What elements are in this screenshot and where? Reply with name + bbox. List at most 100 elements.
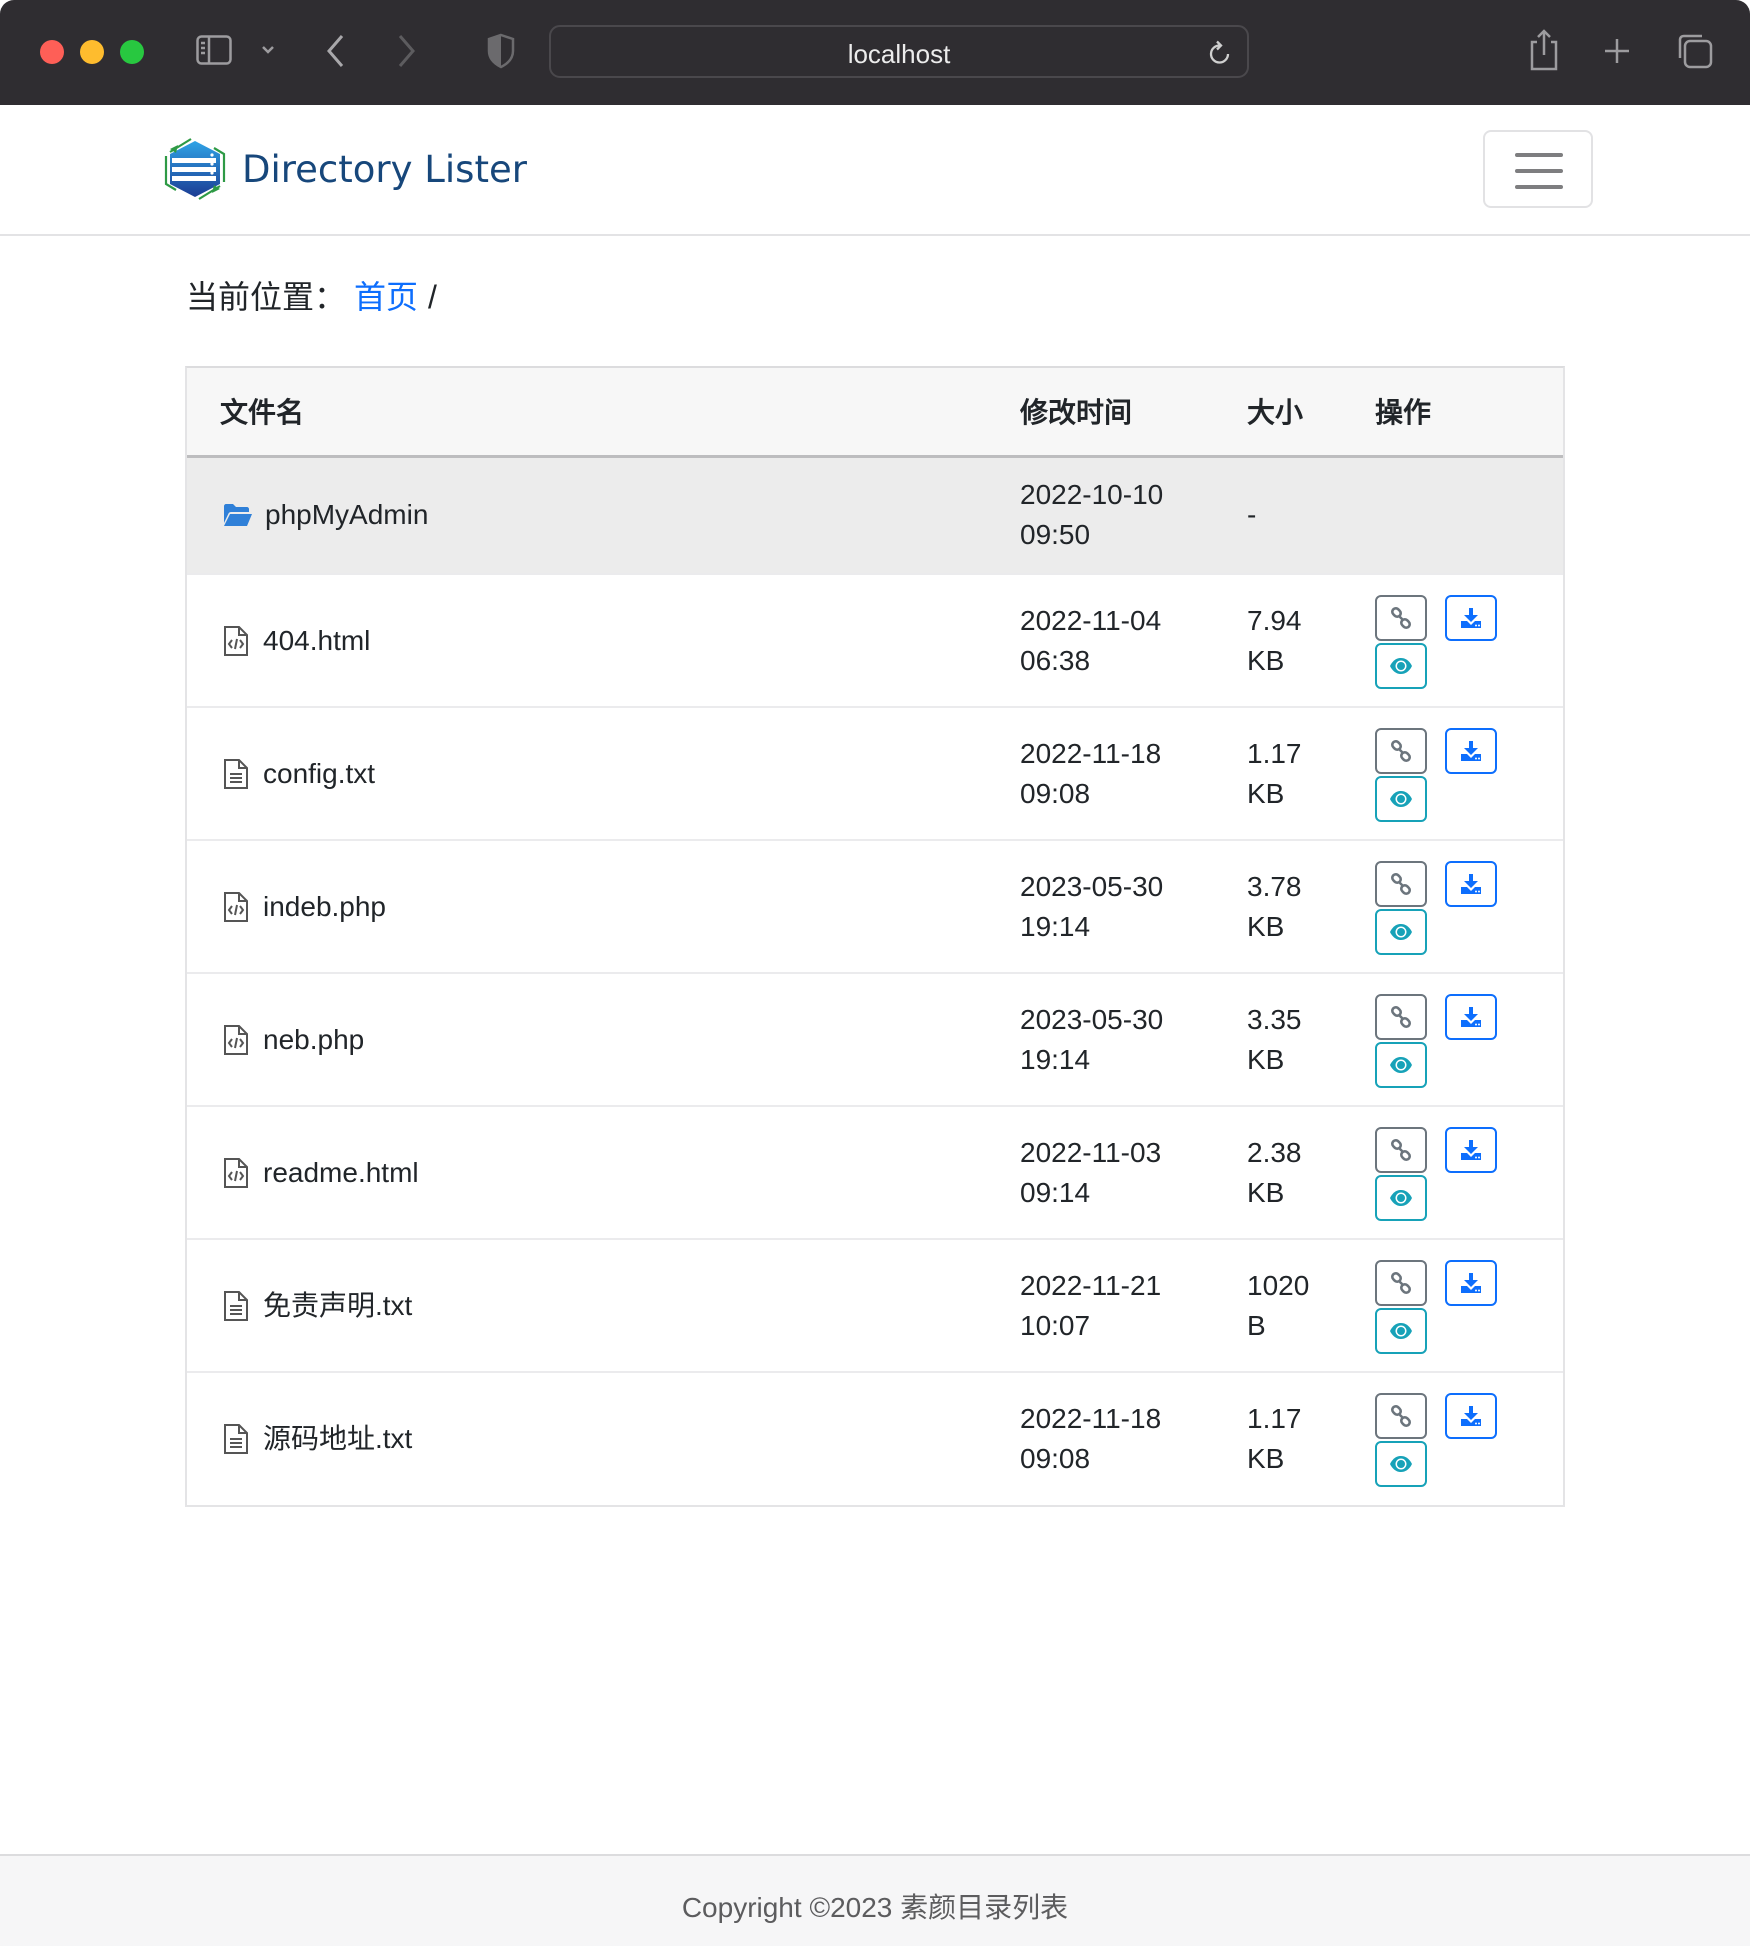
copy-link-button[interactable] bbox=[1375, 1393, 1427, 1439]
row-actions bbox=[1375, 1252, 1563, 1360]
folder-row[interactable]: phpMyAdmin 2022-10-10 09:50 - bbox=[187, 456, 1563, 574]
back-arrow-icon[interactable] bbox=[324, 32, 348, 70]
file-row[interactable]: 免责声明.txt 2022-11-21 10:07 1020 B bbox=[187, 1239, 1563, 1372]
download-button[interactable] bbox=[1445, 1259, 1497, 1306]
link-icon bbox=[1390, 1138, 1412, 1161]
file-size-value: 2.38 bbox=[1247, 1136, 1302, 1168]
file-size-unit: B bbox=[1247, 1309, 1266, 1341]
preview-button[interactable] bbox=[1375, 1041, 1427, 1088]
download-icon bbox=[1461, 1406, 1481, 1426]
link-icon bbox=[1390, 739, 1412, 762]
file-code-icon bbox=[224, 1024, 248, 1055]
file-size-unit: KB bbox=[1247, 910, 1285, 942]
hamburger-icon-bar bbox=[1515, 153, 1563, 157]
folder-open-icon bbox=[224, 504, 252, 527]
new-tab-icon[interactable] bbox=[1602, 36, 1632, 66]
privacy-shield-icon[interactable] bbox=[486, 33, 516, 69]
download-button[interactable] bbox=[1445, 860, 1497, 907]
brand-link[interactable]: Directory Lister bbox=[158, 133, 527, 205]
reload-icon[interactable] bbox=[1207, 39, 1233, 67]
file-table: 文件名 修改时间 大小 操作 phpMyAdmin 2022-10-10 09:… bbox=[185, 366, 1565, 1507]
link-icon bbox=[1390, 1271, 1412, 1294]
file-name-link[interactable]: 404.html bbox=[263, 621, 370, 661]
download-icon bbox=[1461, 873, 1481, 894]
file-name-link[interactable]: config.txt bbox=[263, 754, 375, 794]
header-actions: 操作 bbox=[1375, 397, 1432, 429]
header-modified-time[interactable]: 修改时间 bbox=[1020, 368, 1247, 456]
preview-button[interactable] bbox=[1375, 1441, 1427, 1487]
download-button[interactable] bbox=[1445, 1126, 1497, 1173]
file-name-link[interactable]: neb.php bbox=[263, 1020, 364, 1060]
download-icon bbox=[1461, 1006, 1481, 1027]
copy-link-button[interactable] bbox=[1375, 1126, 1427, 1173]
file-size-value: 7.94 bbox=[1247, 604, 1302, 636]
file-size-unit: KB bbox=[1247, 1443, 1285, 1474]
file-name-link[interactable]: readme.html bbox=[263, 1153, 419, 1193]
modified-time: 19:14 bbox=[1020, 1043, 1091, 1075]
file-row[interactable]: 源码地址.txt 2022-11-18 09:08 1.17 KB bbox=[187, 1372, 1563, 1505]
copy-link-button[interactable] bbox=[1375, 1259, 1427, 1306]
link-icon bbox=[1390, 1404, 1412, 1428]
file-row[interactable]: indeb.php 2023-05-30 19:14 3.78 KB bbox=[187, 840, 1563, 973]
sidebar-toggle-icon[interactable] bbox=[196, 35, 232, 65]
download-button[interactable] bbox=[1445, 1393, 1497, 1439]
chevron-down-icon[interactable] bbox=[260, 40, 276, 60]
row-actions bbox=[1375, 720, 1563, 828]
address-bar[interactable]: localhost bbox=[549, 25, 1249, 78]
link-icon bbox=[1390, 606, 1412, 629]
modified-time: 10:07 bbox=[1020, 1309, 1091, 1341]
file-row[interactable]: neb.php 2023-05-30 19:14 3.35 KB bbox=[187, 973, 1563, 1106]
hamburger-icon-bar bbox=[1515, 185, 1563, 189]
file-size-unit: KB bbox=[1247, 777, 1285, 809]
copy-link-button[interactable] bbox=[1375, 594, 1427, 641]
maximize-window-button[interactable] bbox=[120, 40, 144, 64]
file-code-icon bbox=[224, 1157, 248, 1188]
breadcrumb: 当前位置： 首页 / bbox=[186, 272, 437, 318]
minimize-window-button[interactable] bbox=[80, 40, 104, 64]
row-actions bbox=[1375, 853, 1563, 961]
download-button[interactable] bbox=[1445, 727, 1497, 774]
download-button[interactable] bbox=[1445, 594, 1497, 641]
breadcrumb-home-link[interactable]: 首页 bbox=[354, 272, 418, 318]
file-name-link[interactable]: 免责声明.txt bbox=[263, 1286, 412, 1326]
breadcrumb-label: 当前位置： bbox=[186, 279, 347, 315]
share-icon[interactable] bbox=[1528, 28, 1560, 72]
file-size-unit: KB bbox=[1247, 644, 1285, 676]
copy-link-button[interactable] bbox=[1375, 860, 1427, 907]
eye-icon bbox=[1390, 923, 1412, 940]
modified-date: 2023-05-30 bbox=[1020, 870, 1164, 902]
eye-icon bbox=[1390, 1056, 1412, 1073]
download-icon bbox=[1461, 607, 1481, 628]
modified-date: 2022-10-10 bbox=[1020, 479, 1164, 511]
folder-name-link[interactable]: phpMyAdmin bbox=[265, 495, 428, 535]
file-row[interactable]: readme.html 2022-11-03 09:14 2.38 KB bbox=[187, 1106, 1563, 1239]
header-size[interactable]: 大小 bbox=[1247, 368, 1375, 456]
preview-button[interactable] bbox=[1375, 1307, 1427, 1354]
file-size-value: 3.78 bbox=[1247, 870, 1302, 902]
copy-link-button[interactable] bbox=[1375, 993, 1427, 1040]
modified-time: 19:14 bbox=[1020, 910, 1091, 942]
row-actions bbox=[1375, 587, 1563, 695]
navbar-toggle-button[interactable] bbox=[1483, 130, 1593, 208]
copy-link-button[interactable] bbox=[1375, 727, 1427, 774]
file-size-value: 1.17 bbox=[1247, 737, 1302, 769]
row-actions bbox=[1375, 1119, 1563, 1227]
modified-date: 2022-11-03 bbox=[1020, 1136, 1162, 1168]
preview-button[interactable] bbox=[1375, 642, 1427, 689]
file-row[interactable]: config.txt 2022-11-18 09:08 1.17 KB bbox=[187, 707, 1563, 840]
preview-button[interactable] bbox=[1375, 1174, 1427, 1221]
file-name-link[interactable]: 源码地址.txt bbox=[263, 1419, 412, 1459]
forward-arrow-icon[interactable] bbox=[394, 32, 418, 70]
modified-date: 2022-11-21 bbox=[1020, 1269, 1162, 1301]
file-size-value: 1020 bbox=[1247, 1269, 1310, 1301]
close-window-button[interactable] bbox=[40, 40, 64, 64]
download-button[interactable] bbox=[1445, 993, 1497, 1040]
file-row[interactable]: 404.html 2022-11-04 06:38 7.94 KB bbox=[187, 574, 1563, 707]
file-name-link[interactable]: indeb.php bbox=[263, 887, 386, 927]
modified-date: 2022-11-18 bbox=[1020, 737, 1162, 769]
tab-overview-icon[interactable] bbox=[1676, 32, 1714, 70]
preview-button[interactable] bbox=[1375, 775, 1427, 822]
file-size: - bbox=[1247, 499, 1257, 531]
header-filename[interactable]: 文件名 bbox=[187, 368, 1020, 456]
preview-button[interactable] bbox=[1375, 908, 1427, 955]
